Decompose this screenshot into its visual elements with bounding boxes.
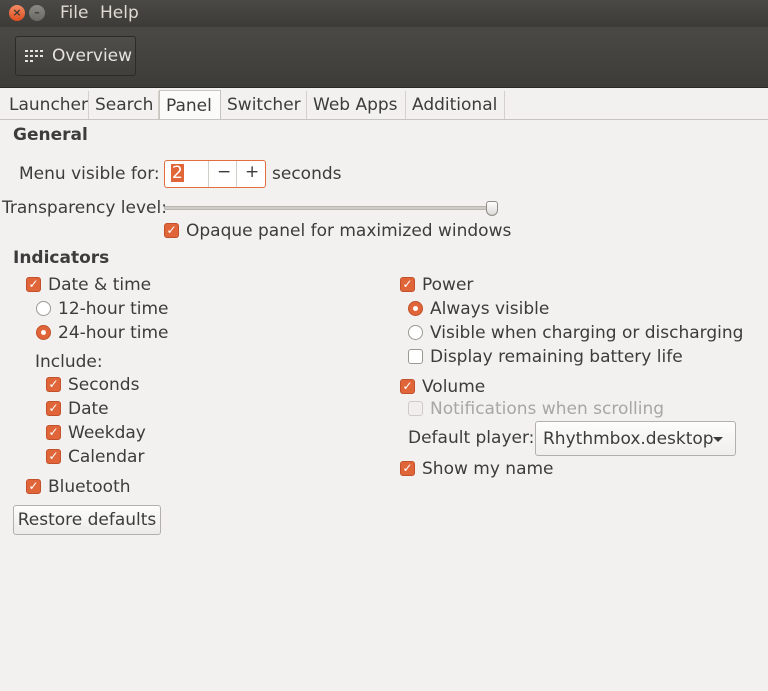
tab-additional[interactable]: Additional xyxy=(406,91,505,119)
indicators-heading: Indicators xyxy=(13,248,110,268)
date-checkbox[interactable]: ✓ xyxy=(46,401,61,416)
visible-charging-label: Visible when charging or discharging xyxy=(430,323,744,343)
tab-switcher[interactable]: Switcher xyxy=(221,91,307,119)
twenty-four-hour-radio[interactable] xyxy=(36,325,51,340)
title-bar: × – File Help xyxy=(0,0,768,27)
opaque-panel-checkbox[interactable]: ✓ xyxy=(164,223,179,238)
opaque-panel-label: Opaque panel for maximized windows xyxy=(186,221,512,241)
overview-button[interactable]: Overview xyxy=(15,36,136,76)
volume-checkbox[interactable]: ✓ xyxy=(400,379,415,394)
chevron-down-icon xyxy=(713,437,723,442)
spinner-divider xyxy=(208,161,209,187)
transparency-label: Transparency level: xyxy=(2,198,167,218)
seconds-label: Seconds xyxy=(68,375,140,395)
display-battery-checkbox[interactable] xyxy=(408,349,423,364)
tab-launcher[interactable]: Launcher xyxy=(3,91,89,119)
grid-icon xyxy=(25,50,43,62)
always-visible-radio[interactable] xyxy=(408,301,423,316)
date-time-checkbox[interactable]: ✓ xyxy=(26,277,41,292)
bluetooth-checkbox[interactable]: ✓ xyxy=(26,479,41,494)
menu-help[interactable]: Help xyxy=(100,3,139,23)
power-label: Power xyxy=(422,275,474,295)
default-player-value: Rhythmbox.desktop xyxy=(543,429,714,449)
menu-visible-label: Menu visible for: xyxy=(19,164,160,184)
always-visible-label: Always visible xyxy=(430,299,550,319)
volume-label: Volume xyxy=(422,377,486,397)
restore-defaults-button[interactable]: Restore defaults xyxy=(13,505,161,535)
close-window-icon[interactable]: × xyxy=(9,5,25,21)
date-label: Date xyxy=(68,399,109,419)
calendar-checkbox[interactable]: ✓ xyxy=(46,449,61,464)
show-name-checkbox[interactable]: ✓ xyxy=(400,461,415,476)
transparency-slider-handle[interactable] xyxy=(486,201,498,216)
notifications-scrolling-label: Notifications when scrolling xyxy=(430,399,665,419)
weekday-checkbox[interactable]: ✓ xyxy=(46,425,61,440)
twenty-four-hour-label: 24-hour time xyxy=(58,323,169,343)
tab-search[interactable]: Search xyxy=(89,91,159,119)
seconds-checkbox[interactable]: ✓ xyxy=(46,377,61,392)
toolbar: Overview xyxy=(0,27,768,88)
visible-charging-radio[interactable] xyxy=(408,325,423,340)
decrement-button[interactable]: − xyxy=(217,162,231,182)
bluetooth-label: Bluetooth xyxy=(48,477,131,497)
tab-panel[interactable]: Panel xyxy=(159,90,221,120)
display-battery-label: Display remaining battery life xyxy=(430,347,683,367)
overview-label: Overview xyxy=(52,46,133,66)
show-name-label: Show my name xyxy=(422,459,554,479)
power-checkbox[interactable]: ✓ xyxy=(400,277,415,292)
date-time-label: Date & time xyxy=(48,275,152,295)
menu-file[interactable]: File xyxy=(60,3,88,23)
notifications-scrolling-checkbox xyxy=(408,401,423,416)
seconds-unit-label: seconds xyxy=(272,164,342,184)
tab-web-apps[interactable]: Web Apps xyxy=(307,91,406,119)
calendar-label: Calendar xyxy=(68,447,145,467)
panel-settings: General Menu visible for: 2 − + seconds … xyxy=(0,120,768,691)
transparency-slider-track[interactable] xyxy=(164,206,496,210)
weekday-label: Weekday xyxy=(68,423,146,443)
increment-button[interactable]: + xyxy=(245,162,259,182)
general-heading: General xyxy=(13,125,88,145)
default-player-dropdown[interactable]: Rhythmbox.desktop xyxy=(535,421,736,456)
minimize-window-icon[interactable]: – xyxy=(29,5,45,21)
include-label: Include: xyxy=(35,352,103,372)
spinner-divider xyxy=(236,161,237,187)
default-player-label: Default player: xyxy=(408,428,535,448)
twelve-hour-radio[interactable] xyxy=(36,301,51,316)
menu-visible-spinner[interactable]: 2 − + xyxy=(164,160,266,188)
twelve-hour-label: 12-hour time xyxy=(58,299,169,319)
menu-visible-value[interactable]: 2 xyxy=(171,164,184,182)
